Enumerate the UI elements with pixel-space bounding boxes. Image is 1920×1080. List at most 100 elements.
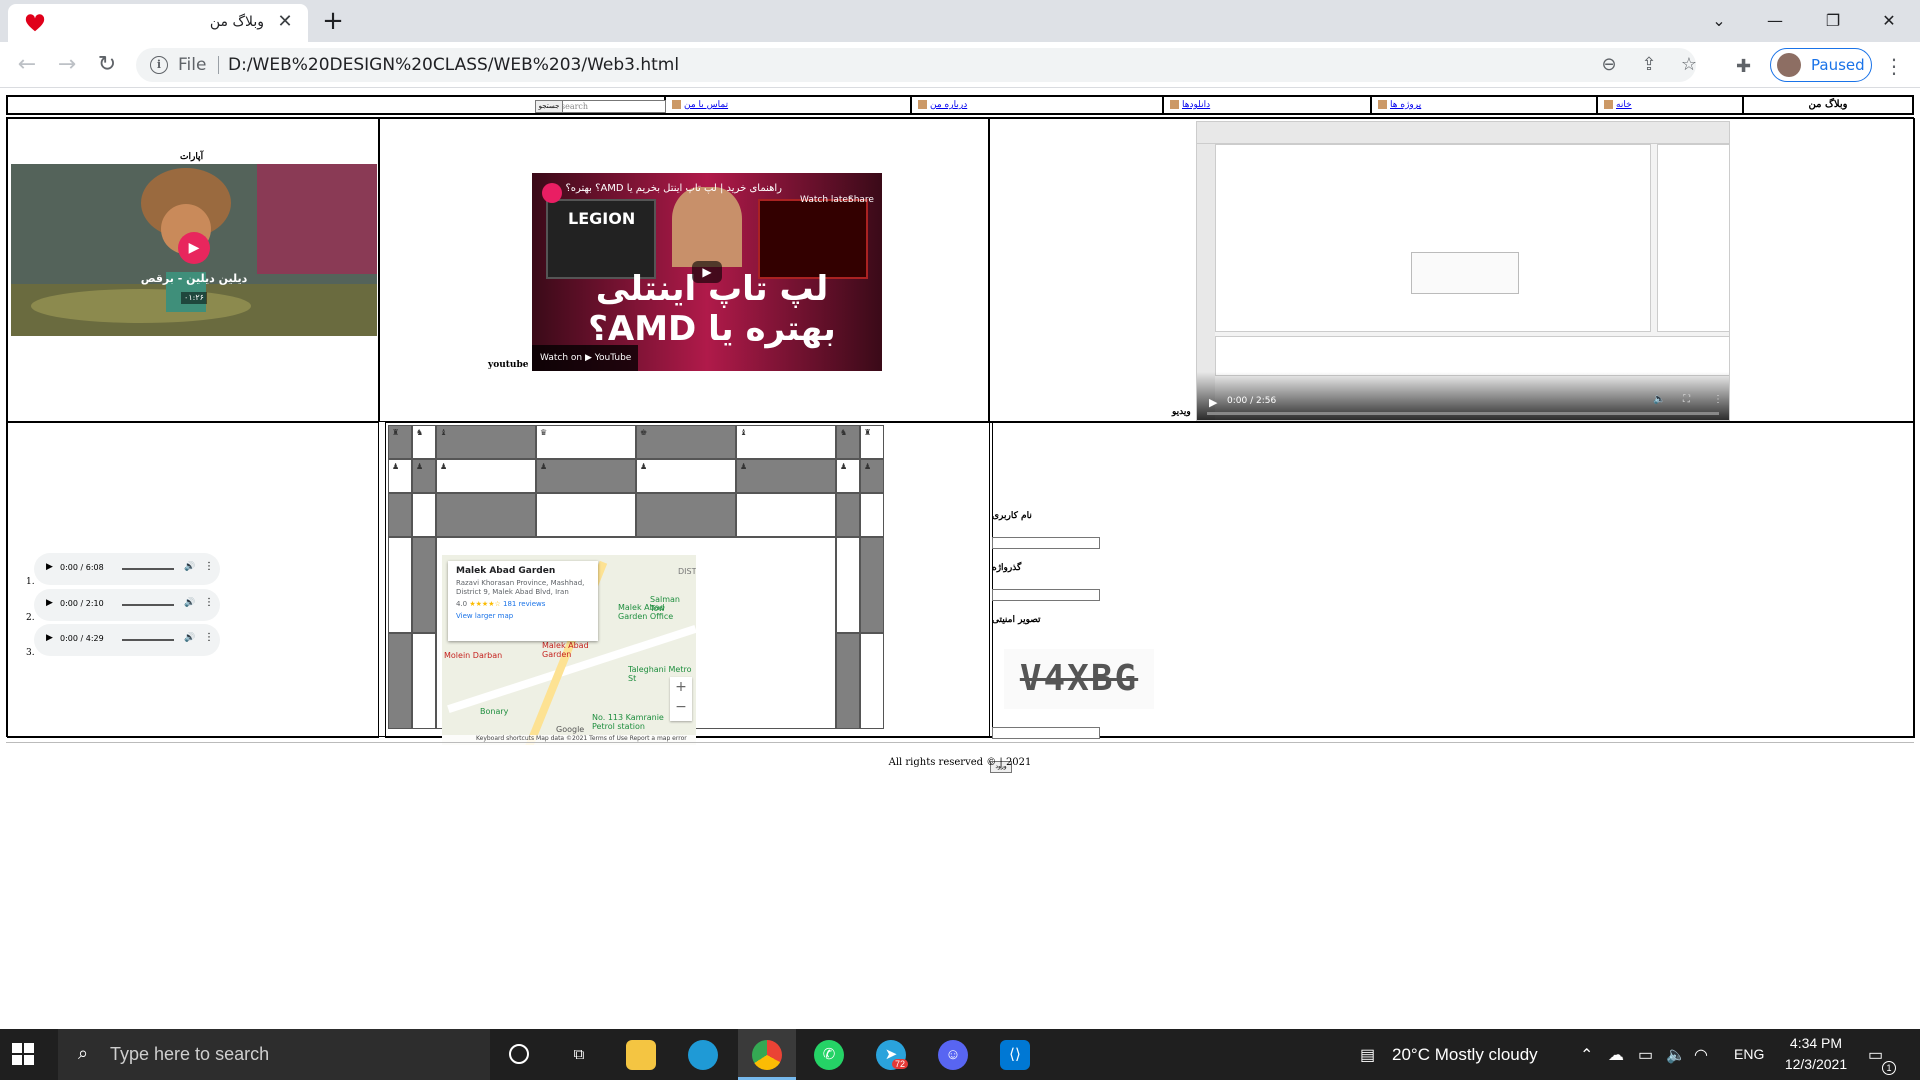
youtube-video-title[interactable]: راهنمای خرید | لپ تاپ اینتل بخریم یا AMD… — [562, 183, 782, 194]
username-field[interactable] — [992, 537, 1100, 549]
minimize-button[interactable]: — — [1752, 6, 1798, 36]
volume-icon[interactable]: 🔊 — [184, 598, 195, 608]
audio-player[interactable]: ▶ 0:00 / 2:10 🔊 ⋮ — [34, 589, 220, 621]
close-window-button[interactable]: ✕ — [1866, 6, 1912, 36]
volume-icon[interactable]: 🔊 — [184, 562, 195, 572]
share-button[interactable]: Share — [848, 195, 874, 205]
app-canvas-graphic — [1215, 144, 1651, 332]
map-poi[interactable]: No. 113 Kamranie Petrol station — [592, 713, 682, 731]
battery-icon[interactable]: ▭ — [1638, 1045, 1653, 1065]
windows-start-icon[interactable] — [12, 1043, 34, 1065]
audio-play-icon[interactable]: ▶ — [46, 633, 53, 643]
reviews-link[interactable]: 181 reviews — [503, 600, 545, 608]
nav-link-downloads[interactable]: دانلودها — [1182, 100, 1210, 110]
share-icon[interactable]: ⇪ — [1638, 54, 1660, 76]
audio-play-icon[interactable]: ▶ — [46, 562, 53, 572]
file-explorer-icon[interactable] — [612, 1029, 670, 1080]
aparat-player[interactable]: ▶ دیلین دیلین - برقص ۰۱:۲۶ — [11, 164, 377, 336]
map-poi[interactable]: Salman Tow — [650, 595, 696, 613]
nav-link-home[interactable]: خانه — [1616, 100, 1632, 110]
edge-icon[interactable] — [674, 1029, 732, 1080]
wifi-icon[interactable]: ◠ — [1694, 1045, 1708, 1065]
speaker-icon[interactable]: 🔈 — [1666, 1045, 1686, 1065]
nav-item-about[interactable]: درباره من — [911, 96, 1163, 114]
weather-text[interactable]: 20°C Mostly cloudy — [1392, 1045, 1538, 1065]
video-player[interactable]: ▶ 0:00 / 2:56 🔈 ⛶ ⋮ — [1196, 121, 1730, 421]
watch-on-youtube-button[interactable]: Watch on ▶ YouTube — [532, 345, 638, 371]
video-progress-bar[interactable] — [1207, 412, 1719, 415]
more-options-icon[interactable]: ⋮ — [1713, 394, 1723, 405]
view-larger-map-link[interactable]: View larger map — [456, 612, 590, 620]
whatsapp-icon[interactable]: ✆ — [800, 1029, 858, 1080]
back-arrow-icon[interactable]: ← — [12, 50, 42, 80]
play-icon[interactable]: ▶ — [178, 232, 210, 264]
youtube-embed[interactable]: LEGION لپ تاپ اینتلی بهتره یا AMD؟ راهنم… — [532, 173, 882, 371]
bookmark-star-icon[interactable]: ☆ — [1678, 54, 1700, 76]
more-options-icon[interactable]: ⋮ — [204, 561, 214, 572]
more-menu-icon[interactable]: ⋮ — [1884, 54, 1904, 78]
notification-icon[interactable]: ▭ — [1868, 1045, 1883, 1065]
nav-item-projects[interactable]: پروژه ها — [1371, 96, 1597, 114]
forward-arrow-icon[interactable]: → — [52, 50, 82, 80]
video-play-icon[interactable]: ▶ — [1209, 396, 1217, 409]
tab-search-icon[interactable]: ⌄ — [1696, 6, 1742, 36]
cortana-icon[interactable] — [490, 1029, 548, 1080]
new-tab-button[interactable]: + — [318, 7, 348, 37]
address-bar[interactable]: i File D:/WEB%20DESIGN%20CLASS/WEB%203/W… — [136, 48, 1697, 82]
audio-player[interactable]: ▶ 0:00 / 4:29 🔊 ⋮ — [34, 624, 220, 656]
extensions-puzzle-icon[interactable]: ✚ — [1736, 56, 1751, 77]
close-tab-icon[interactable]: ✕ — [274, 11, 296, 33]
taskbar-clock[interactable]: 4:34 PM 12/3/2021 — [1776, 1033, 1856, 1075]
vscode-icon[interactable]: ⟨⟩ — [986, 1029, 1044, 1080]
youtube-play-icon[interactable]: ▶ — [692, 261, 722, 283]
more-options-icon[interactable]: ⋮ — [204, 632, 214, 643]
telegram-icon[interactable]: ➤ 72 — [862, 1029, 920, 1080]
map-poi[interactable]: Bonary — [480, 707, 508, 716]
password-field[interactable] — [992, 589, 1100, 601]
nav-link-contact[interactable]: تماس با من — [684, 100, 728, 110]
nav-item-downloads[interactable]: دانلودها — [1163, 96, 1371, 114]
volume-icon[interactable]: 🔊 — [184, 633, 195, 643]
projects-icon — [1378, 100, 1387, 109]
browser-tab[interactable]: وبلاگ من ✕ — [8, 4, 308, 42]
map-zoom-controls[interactable]: + − — [670, 677, 692, 721]
restore-button[interactable]: ❐ — [1810, 6, 1856, 36]
zoom-out-icon[interactable]: − — [670, 697, 692, 717]
captcha-field[interactable] — [992, 727, 1100, 739]
audio-seek-bar[interactable] — [122, 568, 174, 570]
taskbar-search-box[interactable]: ⌕ Type here to search — [58, 1029, 490, 1080]
google-map-embed[interactable]: Malek Abad Garden Office Malek Abad Gard… — [442, 555, 696, 745]
table-cell — [860, 493, 884, 537]
map-poi[interactable]: Molein Darban — [444, 651, 502, 660]
audio-play-icon[interactable]: ▶ — [46, 598, 53, 608]
task-view-icon[interactable]: ⧉ — [550, 1029, 608, 1080]
nav-item-home[interactable]: خانه — [1597, 96, 1743, 114]
chevron-up-icon[interactable]: ⌃ — [1580, 1045, 1593, 1065]
nav-link-projects[interactable]: پروژه ها — [1390, 100, 1421, 110]
url-text[interactable]: D:/WEB%20DESIGN%20CLASS/WEB%203/Web3.htm… — [228, 55, 679, 75]
channel-avatar[interactable] — [542, 183, 562, 203]
more-options-icon[interactable]: ⋮ — [204, 597, 214, 608]
nav-link-about[interactable]: درباره من — [930, 100, 967, 110]
search-input[interactable]: search — [558, 100, 666, 113]
cloud-icon[interactable]: ☁ — [1608, 1045, 1624, 1065]
reload-icon[interactable]: ↻ — [92, 50, 122, 80]
fullscreen-icon[interactable]: ⛶ — [1683, 394, 1690, 405]
weather-icon[interactable]: ▤ — [1360, 1045, 1375, 1065]
map-poi[interactable]: Malek Abad Garden — [542, 641, 602, 659]
volume-icon[interactable]: 🔈 — [1653, 394, 1665, 405]
watch-later-button[interactable]: Watch later — [800, 195, 852, 205]
audio-seek-bar[interactable] — [122, 604, 174, 606]
audio-seek-bar[interactable] — [122, 639, 174, 641]
profile-button[interactable]: Paused — [1770, 48, 1872, 82]
language-indicator[interactable]: ENG — [1734, 1046, 1764, 1062]
map-footer[interactable]: Keyboard shortcuts Map data ©2021 Terms … — [442, 735, 696, 745]
discord-icon[interactable]: ☺ — [924, 1029, 982, 1080]
zoom-in-icon[interactable]: + — [670, 677, 692, 697]
nav-item-contact[interactable]: تماس با من — [665, 96, 911, 114]
audio-player[interactable]: ▶ 0:00 / 6:08 🔊 ⋮ — [34, 553, 220, 585]
zoom-icon[interactable]: ⊖ — [1598, 54, 1620, 76]
search-button[interactable]: جستجو — [535, 100, 563, 113]
chrome-icon[interactable] — [738, 1029, 796, 1080]
info-icon[interactable]: i — [150, 56, 168, 74]
